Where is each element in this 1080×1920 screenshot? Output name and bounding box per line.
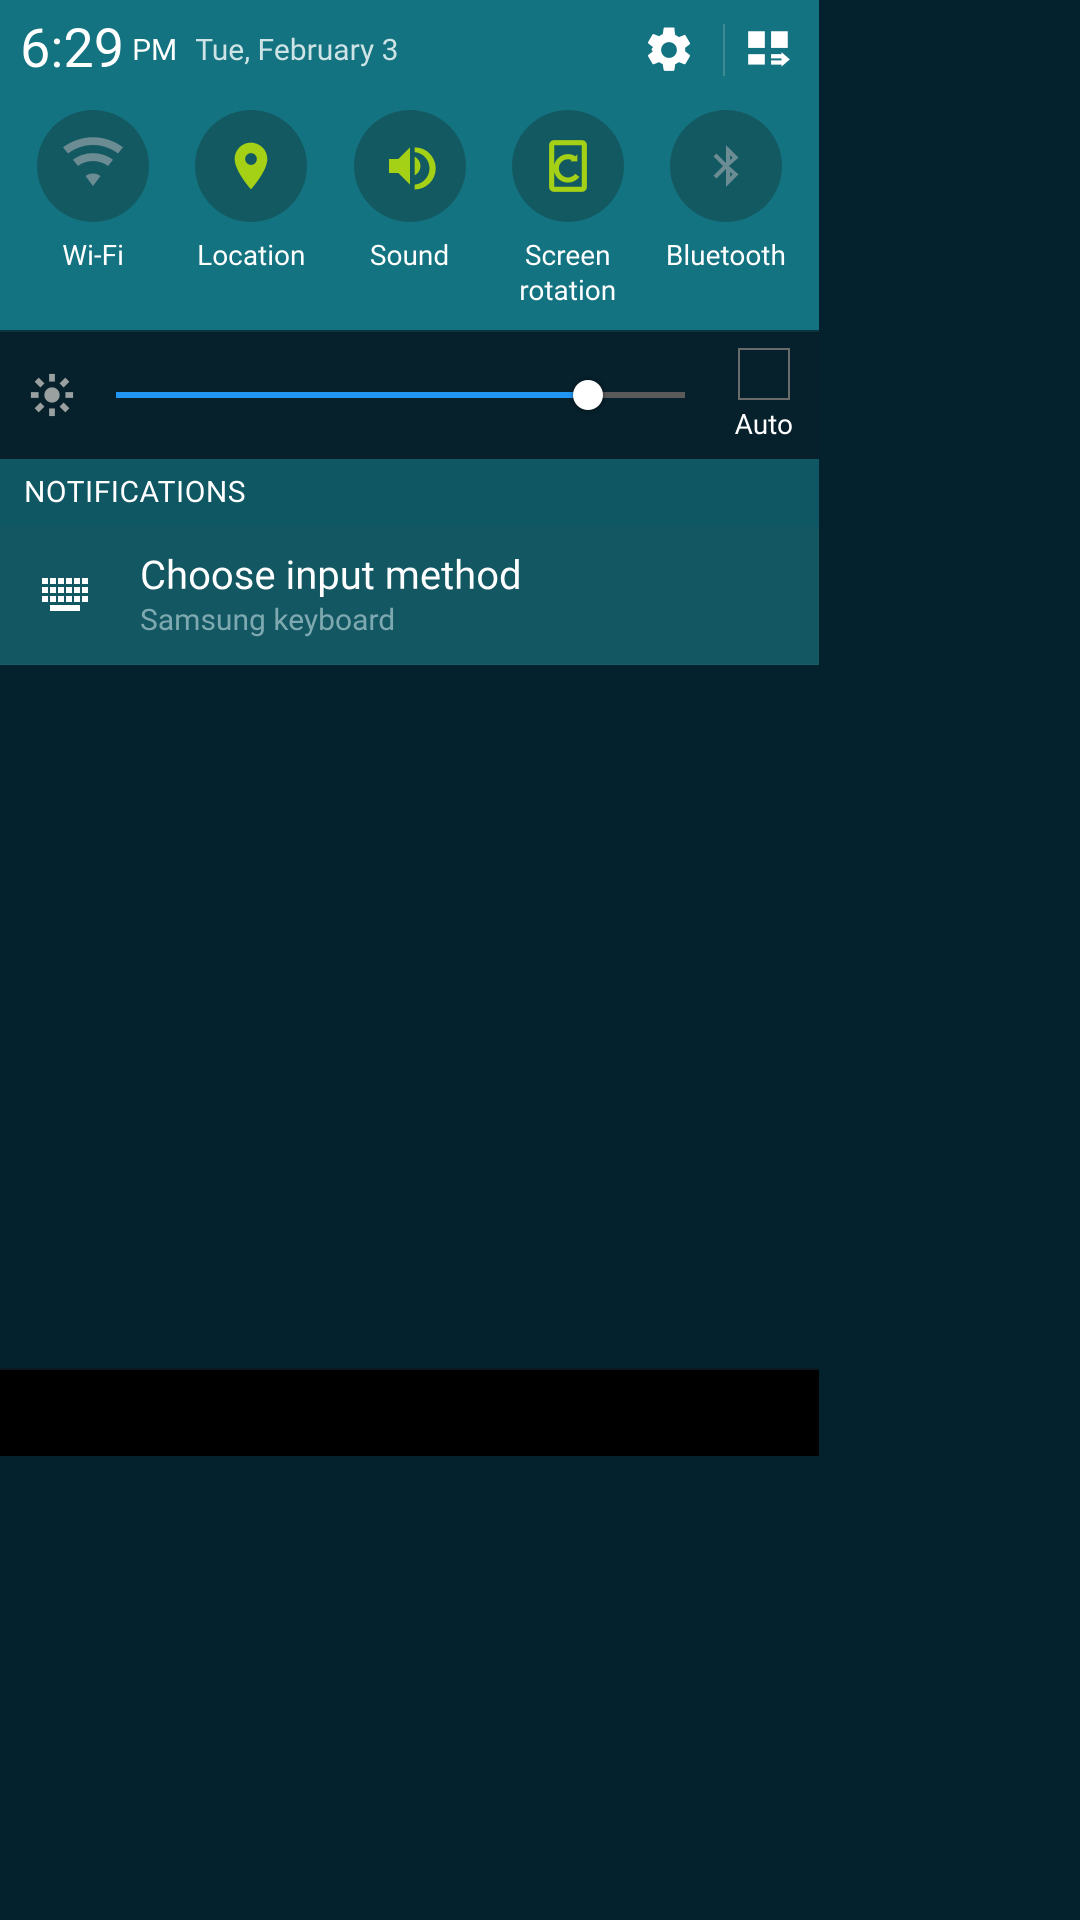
gear-icon [642, 23, 696, 77]
brightness-slider-thumb[interactable] [573, 380, 603, 410]
notification-subtitle: Samsung keyboard [140, 603, 522, 638]
navigation-bar[interactable] [0, 1368, 819, 1456]
empty-area [0, 665, 819, 1368]
brightness-slider[interactable] [116, 375, 685, 415]
auto-brightness-label: Auto [735, 408, 793, 441]
settings-button[interactable] [639, 20, 699, 80]
auto-brightness-checkbox[interactable] [738, 348, 790, 400]
brightness-slider-fill [116, 392, 588, 398]
quick-toggles-row: Wi-Fi Location Sound [0, 100, 819, 330]
screen-rotation-label: Screen rotation [519, 238, 616, 308]
sound-toggle[interactable]: Sound [330, 110, 488, 308]
location-toggle[interactable]: Location [172, 110, 330, 308]
sound-label: Sound [370, 238, 449, 273]
header-divider [723, 24, 725, 76]
notification-title: Choose input method [140, 552, 522, 599]
clock-date: Tue, February 3 [195, 33, 398, 68]
wifi-icon [63, 136, 123, 196]
wifi-label: Wi-Fi [62, 238, 124, 273]
screen-rotation-icon [540, 138, 596, 194]
brightness-settings-button[interactable] [26, 369, 78, 421]
sound-icon [382, 138, 438, 194]
grid-icon [744, 25, 794, 75]
bluetooth-label: Bluetooth [666, 238, 786, 273]
clock-time: 6:29 [20, 23, 124, 77]
status-header: 6:29 PM Tue, February 3 [0, 0, 819, 100]
keyboard-icon [36, 565, 96, 625]
clock-ampm: PM [132, 33, 177, 68]
screen-rotation-toggle[interactable]: Screen rotation [489, 110, 647, 308]
brightness-row: Auto [0, 330, 819, 459]
notifications-section-header: NOTIFICATIONS [0, 459, 819, 526]
quick-panel-edit-button[interactable] [739, 20, 799, 80]
wifi-toggle[interactable]: Wi-Fi [14, 110, 172, 308]
brightness-gear-icon [29, 372, 75, 418]
bluetooth-toggle[interactable]: Bluetooth [647, 110, 805, 308]
notification-item[interactable]: Choose input method Samsung keyboard [0, 526, 819, 665]
location-label: Location [197, 238, 305, 273]
location-icon [223, 138, 279, 194]
bluetooth-icon [701, 141, 751, 191]
